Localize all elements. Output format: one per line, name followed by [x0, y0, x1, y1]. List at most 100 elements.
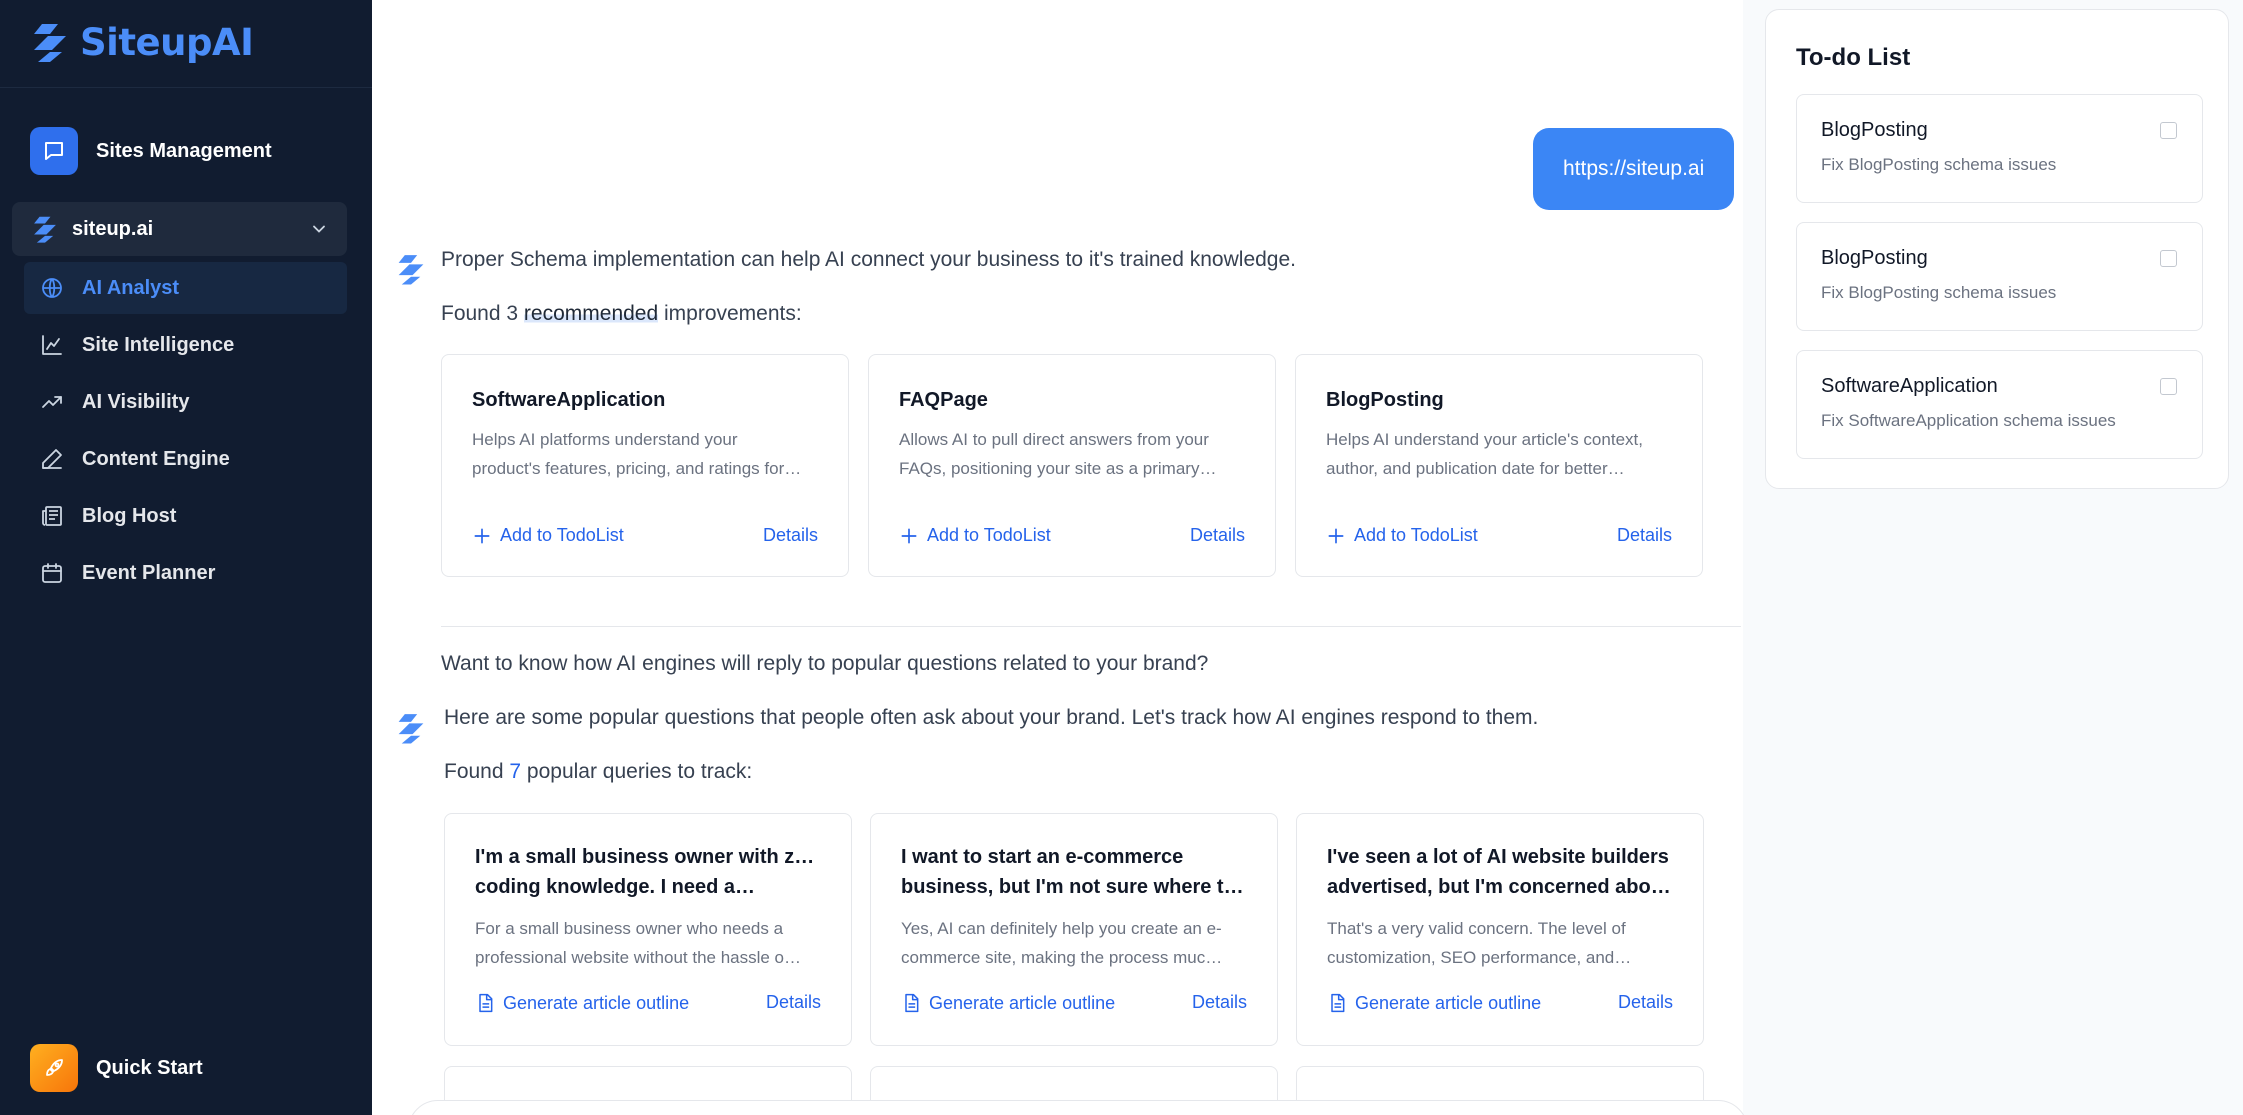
card-description: That's a very valid concern. The level o…: [1327, 914, 1677, 972]
calendar-icon: [40, 561, 64, 585]
card-description: Helps AI platforms understand your produ…: [472, 425, 822, 483]
file-text-icon: [479, 993, 493, 1013]
desc-line: author, and publication date for better…: [1326, 459, 1625, 478]
file-text-icon: [905, 993, 919, 1013]
quick-start-label: Quick Start: [96, 1056, 203, 1079]
sites-management-button[interactable]: Sites Management: [30, 127, 272, 175]
newspaper-icon: [40, 504, 64, 528]
action-label: Add to TodoList: [927, 525, 1051, 545]
questions-intro-text: Here are some popular questions that peo…: [444, 706, 1539, 729]
assistant-avatar-icon: [398, 714, 424, 744]
title-line: advertised, but I'm concerned abou…: [1327, 876, 1677, 898]
site-selector[interactable]: siteup.ai: [12, 202, 347, 256]
desc-line: customization, SEO performance, and…: [1327, 948, 1632, 967]
nav-item-event-planner[interactable]: Event Planner: [24, 547, 347, 599]
desc-line: product's features, pricing, and ratings…: [472, 459, 802, 478]
desc-line: Helps AI understand your article's conte…: [1326, 430, 1643, 449]
todo-item[interactable]: BlogPosting Fix BlogPosting schema issue…: [1796, 94, 2203, 203]
details-link[interactable]: Details: [1618, 992, 1673, 1013]
title-line: business, but I'm not sure where to…: [901, 876, 1251, 898]
generate-article-outline-button[interactable]: Generate article outline: [1327, 992, 1541, 1014]
add-to-todolist-button[interactable]: Add to TodoList: [899, 525, 1051, 546]
query-card: I want to start an e-commerce business, …: [870, 813, 1278, 1046]
action-label: Add to TodoList: [1354, 525, 1478, 545]
found-count: 7: [509, 760, 522, 783]
card-title: I'm a small business owner with zero cod…: [475, 842, 825, 902]
chat-input-bar[interactable]: [408, 1100, 1748, 1115]
nav-item-label: Content Engine: [82, 447, 230, 470]
divider: [0, 87, 372, 88]
message-square-icon: [30, 127, 78, 175]
globe-icon: [40, 276, 64, 300]
details-link[interactable]: Details: [1190, 525, 1245, 546]
todo-panel: To-do List BlogPosting Fix BlogPosting s…: [1765, 9, 2229, 489]
nav-item-content-engine[interactable]: Content Engine: [24, 433, 347, 485]
siteup-logo-icon: [34, 216, 56, 243]
add-to-todolist-button[interactable]: Add to TodoList: [1326, 525, 1478, 546]
generate-article-outline-button[interactable]: Generate article outline: [901, 992, 1115, 1014]
card-title: I've seen a lot of AI website builders a…: [1327, 842, 1677, 902]
card-title: I want to start an e-commerce business, …: [901, 842, 1251, 902]
query-card: I've seen a lot of AI website builders a…: [1296, 813, 1704, 1046]
todo-item-subtitle: Fix SoftwareApplication schema issues: [1821, 411, 2116, 430]
todo-item[interactable]: SoftwareApplication Fix SoftwareApplicat…: [1796, 350, 2203, 459]
plus-icon: [1328, 528, 1344, 543]
todo-item-title: BlogPosting: [1821, 119, 1928, 141]
desc-line: Allows AI to pull direct answers from yo…: [899, 430, 1209, 449]
questions-prompt-text: Want to know how AI engines will reply t…: [441, 652, 1209, 675]
assistant-avatar-icon: [398, 255, 424, 285]
sidebar-nav: AI Analyst Site Intelligence AI Visibili…: [24, 262, 347, 604]
found-suffix: popular queries to track:: [521, 760, 753, 783]
todo-checkbox[interactable]: [2160, 250, 2177, 267]
chat-area: https://siteup.ai Proper Schema implemen…: [372, 0, 1748, 1115]
nav-item-label: Event Planner: [82, 561, 216, 584]
siteup-logo-icon: [34, 24, 66, 62]
nav-item-label: Blog Host: [82, 504, 177, 527]
file-text-icon: [1331, 993, 1345, 1013]
quick-start-button[interactable]: Quick Start: [30, 1044, 203, 1092]
add-to-todolist-button[interactable]: Add to TodoList: [472, 525, 624, 546]
details-link[interactable]: Details: [763, 525, 818, 546]
todo-item-title: BlogPosting: [1821, 247, 1928, 269]
plus-icon: [901, 528, 917, 543]
todo-checkbox[interactable]: [2160, 378, 2177, 395]
nav-item-ai-analyst[interactable]: AI Analyst: [24, 262, 347, 314]
todo-item[interactable]: BlogPosting Fix BlogPosting schema issue…: [1796, 222, 2203, 331]
desc-line: Helps AI platforms understand your: [472, 430, 738, 449]
user-message-url[interactable]: https://siteup.ai: [1533, 128, 1735, 210]
query-card: I'm a small business owner with zero cod…: [444, 813, 852, 1046]
desc-line: FAQs, positioning your site as a primary…: [899, 459, 1217, 478]
sidebar: SiteupAI Sites Management siteup.ai AI A…: [0, 0, 372, 1115]
desc-line: professional website without the hassle …: [475, 948, 802, 967]
generate-article-outline-button[interactable]: Generate article outline: [475, 992, 689, 1014]
todo-item-subtitle: Fix BlogPosting schema issues: [1821, 283, 2057, 302]
found-prefix: Found: [441, 302, 507, 325]
site-selector-value: siteup.ai: [72, 217, 154, 240]
card-description: Helps AI understand your article's conte…: [1326, 425, 1676, 483]
details-link[interactable]: Details: [766, 992, 821, 1013]
title-line: coding knowledge. I need a…: [475, 876, 756, 898]
nav-item-label: AI Visibility: [82, 390, 190, 413]
card-description: Yes, AI can definitely help you create a…: [901, 914, 1251, 972]
nav-item-site-intelligence[interactable]: Site Intelligence: [24, 319, 347, 371]
card-description: Allows AI to pull direct answers from yo…: [899, 425, 1249, 483]
brand-name: SiteupAI: [80, 20, 254, 64]
card-title: BlogPosting: [1326, 389, 1444, 411]
todo-checkbox[interactable]: [2160, 122, 2177, 139]
details-link[interactable]: Details: [1192, 992, 1247, 1013]
schema-found-text: Found 3 recommended improvements:: [441, 302, 802, 326]
sites-management-label: Sites Management: [96, 139, 272, 162]
line-chart-icon: [40, 333, 64, 357]
desc-line: commerce site, making the process muc…: [901, 948, 1223, 967]
rocket-icon: [30, 1044, 78, 1092]
brand[interactable]: SiteupAI: [28, 18, 254, 66]
found-suffix: improvements:: [658, 302, 802, 325]
nav-item-label: AI Analyst: [82, 276, 180, 299]
nav-item-label: Site Intelligence: [82, 333, 235, 356]
schema-card-faqpage: FAQPage Allows AI to pull direct answers…: [868, 354, 1276, 577]
trending-up-icon: [40, 390, 64, 414]
title-line: I'm a small business owner with zero: [475, 846, 825, 868]
nav-item-blog-host[interactable]: Blog Host: [24, 490, 347, 542]
details-link[interactable]: Details: [1617, 525, 1672, 546]
nav-item-ai-visibility[interactable]: AI Visibility: [24, 376, 347, 428]
